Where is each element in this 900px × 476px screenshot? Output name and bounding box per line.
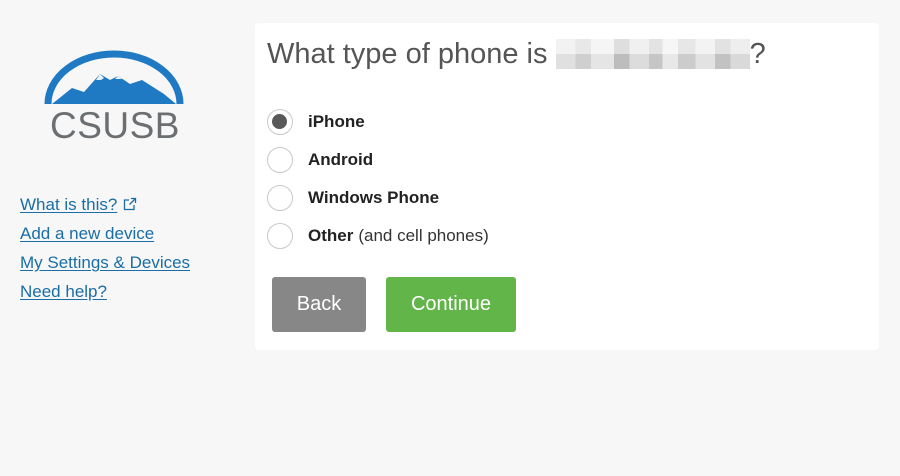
add-new-device-link[interactable]: Add a new device — [20, 219, 235, 248]
back-button[interactable]: Back — [272, 277, 366, 332]
option-note-other: (and cell phones) — [358, 226, 489, 245]
option-other[interactable]: Other (and cell phones) — [267, 217, 489, 255]
option-label-windows-phone: Windows Phone — [308, 188, 440, 207]
phone-type-card: What type of phone is ? iPhone Android W… — [255, 23, 879, 350]
logo-text: CSUSB — [50, 105, 180, 146]
redacted-phone-number — [555, 39, 750, 69]
heading-suffix: ? — [749, 38, 766, 70]
continue-button[interactable]: Continue — [386, 277, 516, 332]
mountain-arc-logo-icon — [44, 50, 184, 105]
radio-other[interactable] — [267, 223, 293, 249]
heading-prefix: What type of phone is — [267, 38, 556, 70]
phone-type-options: iPhone Android Windows Phone Other (and … — [267, 103, 489, 255]
what-is-this-link[interactable]: What is this? — [20, 190, 235, 219]
my-settings-devices-link[interactable]: My Settings & Devices — [20, 248, 235, 277]
sidebar: CSUSB What is this? Add a new device My … — [0, 0, 240, 476]
option-windows-phone[interactable]: Windows Phone — [267, 179, 489, 217]
option-label-other: Other — [308, 226, 354, 245]
option-android[interactable]: Android — [267, 141, 489, 179]
radio-android[interactable] — [267, 147, 293, 173]
action-buttons: Back Continue — [272, 277, 516, 332]
page: CSUSB What is this? Add a new device My … — [0, 0, 900, 476]
radio-iphone[interactable] — [267, 109, 293, 135]
what-is-this-label: What is this? — [20, 195, 118, 214]
option-label-android: Android — [308, 150, 374, 169]
external-link-icon — [124, 197, 137, 211]
sidebar-links: What is this? Add a new device My Settin… — [20, 190, 235, 306]
option-iphone[interactable]: iPhone — [267, 103, 489, 141]
page-title: What type of phone is ? — [267, 36, 766, 72]
csusb-logo: CSUSB — [38, 50, 190, 150]
option-label-iphone: iPhone — [308, 112, 365, 131]
radio-windows-phone[interactable] — [267, 185, 293, 211]
need-help-link[interactable]: Need help? — [20, 277, 235, 306]
